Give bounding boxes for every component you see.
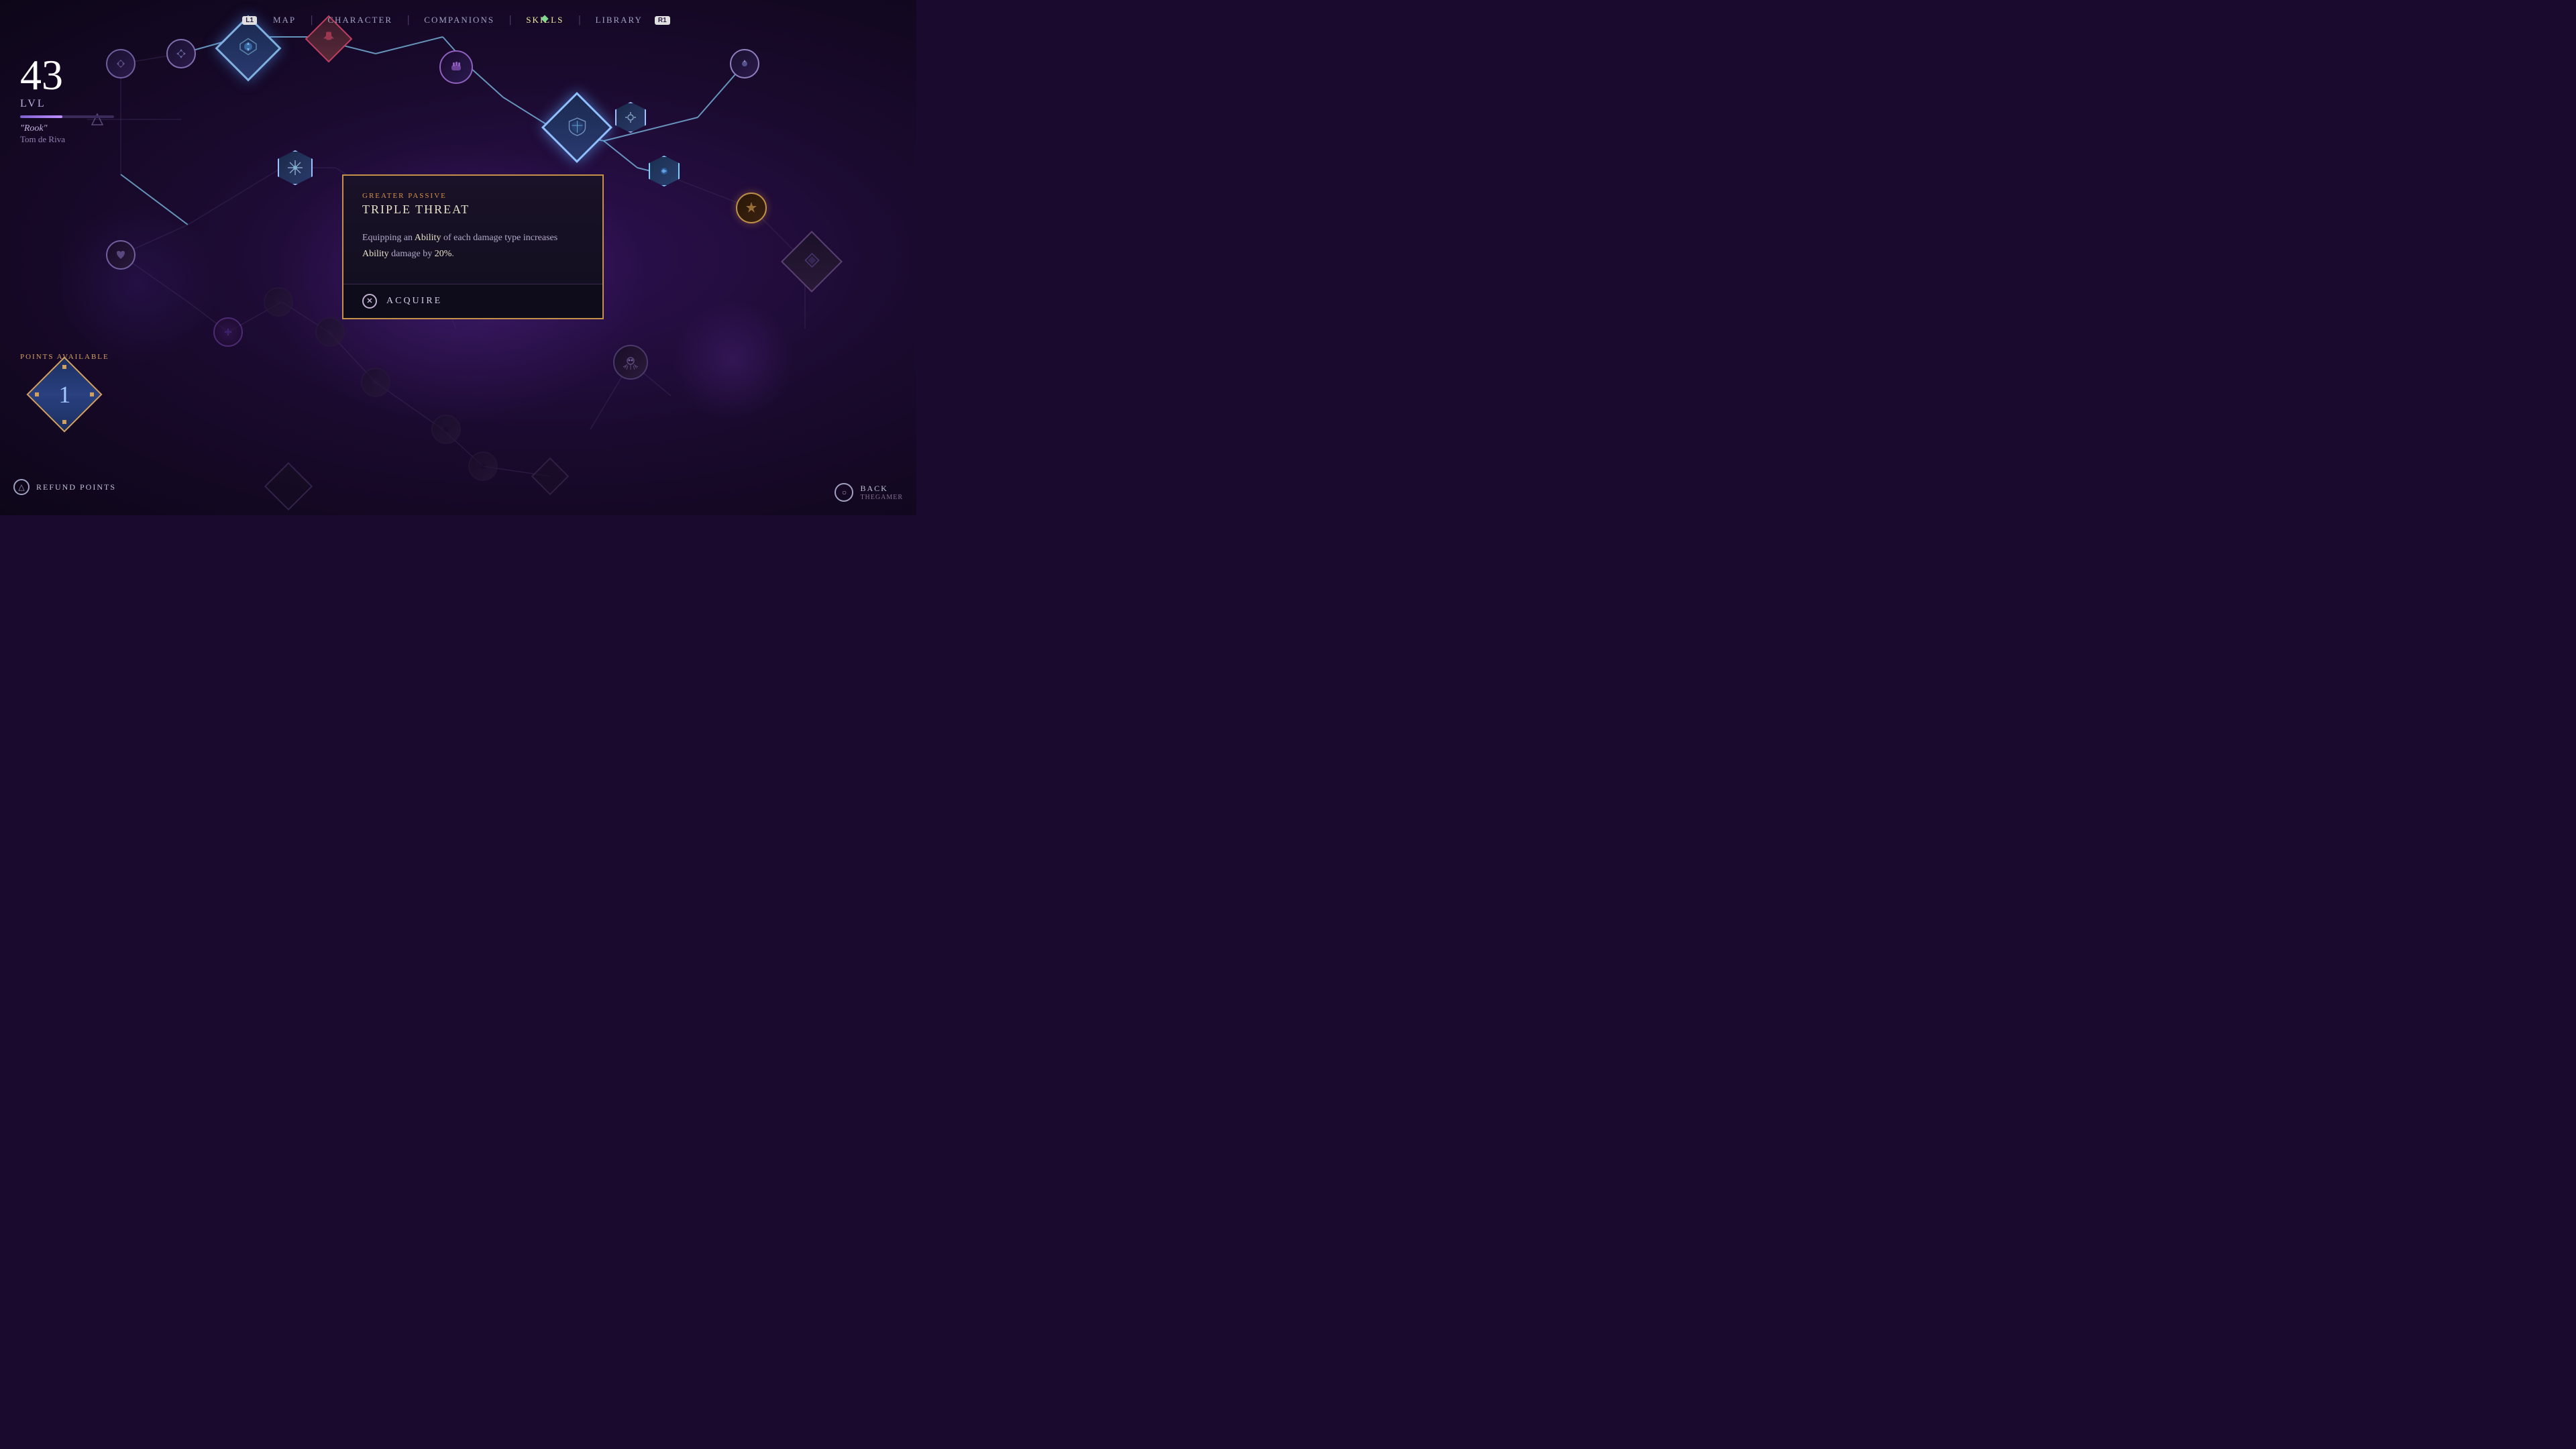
skill-node-shield-diamond[interactable] <box>552 103 602 153</box>
back-label: BACK <box>860 484 888 494</box>
points-diamond: 1 <box>38 368 91 421</box>
skill-node-locked-2[interactable] <box>315 317 345 347</box>
refund-points-button[interactable]: △ REFUND POINTS <box>13 479 116 495</box>
refund-label: REFUND POINTS <box>36 482 116 492</box>
skill-node-fist-top[interactable] <box>439 50 473 84</box>
popup-description: Equipping an Ability of each damage type… <box>362 230 584 262</box>
nav-skills[interactable]: SKILLS <box>514 15 576 25</box>
points-panel: POINTS AVAILABLE 1 <box>20 352 109 421</box>
xp-bar <box>20 115 114 118</box>
points-count: 1 <box>58 380 70 409</box>
nav-badge-l1: L1 <box>242 16 257 25</box>
skill-node-locked-1[interactable] <box>264 287 293 317</box>
nav-map[interactable]: MAP <box>261 15 308 25</box>
popup-title: TRIPLE THREAT <box>362 203 584 217</box>
skill-node-bottom-2[interactable] <box>431 415 461 444</box>
popup-type: GREATER PASSIVE <box>362 192 584 200</box>
acquire-label: ACQUIRE <box>386 296 442 307</box>
skill-node-diamond-right[interactable] <box>790 240 834 284</box>
character-lvl-label: LVL <box>20 98 114 110</box>
character-level: 43 <box>20 54 114 97</box>
skill-node-hex-active[interactable] <box>649 156 680 186</box>
nav-sep-1: | <box>308 14 315 26</box>
back-sublabel: THEGAMER <box>860 494 903 501</box>
back-circle-icon: ○ <box>835 483 853 502</box>
nav-companions[interactable]: COMPANIONS <box>412 15 506 25</box>
nav-library[interactable]: LIBRARY <box>584 15 655 25</box>
character-subname: Tom de Riva <box>20 134 114 145</box>
skill-popup: GREATER PASSIVE TRIPLE THREAT Equipping … <box>342 174 604 319</box>
skill-node-bottom-3[interactable] <box>468 451 498 481</box>
back-button[interactable]: ○ BACK THEGAMER <box>835 483 903 502</box>
character-name: "Rook" <box>20 123 114 134</box>
skill-node-heart-left[interactable] <box>106 240 136 270</box>
skill-node-top-left-circle[interactable] <box>166 39 196 68</box>
skill-node-bottom-1[interactable] <box>361 368 390 397</box>
skill-node-bottom-4[interactable] <box>533 460 567 493</box>
skill-node-circle-top-right[interactable] <box>730 49 759 78</box>
acquire-button[interactable]: ✕ ACQUIRE <box>343 284 602 318</box>
skill-node-star-mid[interactable] <box>278 150 313 185</box>
skill-node-glow-right[interactable] <box>736 193 767 223</box>
nav-badge-r1: R1 <box>655 16 670 25</box>
acquire-x-icon: ✕ <box>362 294 377 309</box>
xp-fill <box>20 115 62 118</box>
character-info: 43 LVL "Rook" Tom de Riva <box>20 54 114 145</box>
nav-sep-3: | <box>506 14 514 26</box>
refund-icon: △ <box>13 479 30 495</box>
skill-node-locked-3[interactable] <box>213 317 243 347</box>
skill-node-bottom-diamond[interactable] <box>270 468 307 505</box>
skill-node-spider[interactable] <box>613 345 648 380</box>
nav-sep-2: | <box>405 14 412 26</box>
skill-node-hex-right[interactable] <box>615 102 646 133</box>
nav-character[interactable]: CHARACTER <box>315 15 405 25</box>
top-navigation: L1 MAP | CHARACTER | COMPANIONS | SKILLS… <box>0 0 916 40</box>
nav-sep-4: | <box>576 14 583 26</box>
